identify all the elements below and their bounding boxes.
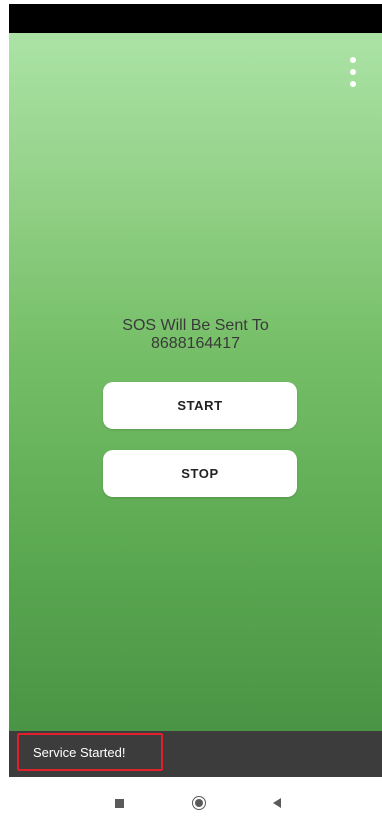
phone-screen: SOS Will Be Sent To 8688164417 START STO…: [0, 0, 382, 816]
sos-label: SOS Will Be Sent To: [122, 317, 269, 334]
menu-dot: [350, 69, 356, 75]
sos-phone-number: 8688164417: [151, 335, 240, 352]
snackbar-message: Service Started!: [33, 744, 126, 760]
home-circle-icon[interactable]: [192, 796, 206, 810]
app-content: SOS Will Be Sent To 8688164417 START STO…: [9, 33, 382, 731]
sos-recipient-text: SOS Will Be Sent To 8688164417: [9, 317, 382, 353]
status-bar: [9, 4, 382, 33]
navigation-bar: [0, 777, 382, 816]
back-triangle-icon[interactable]: [273, 798, 281, 808]
start-button[interactable]: START: [103, 382, 297, 429]
menu-dot: [350, 57, 356, 63]
stop-button[interactable]: STOP: [103, 450, 297, 497]
recents-square-icon[interactable]: [115, 799, 124, 808]
more-vert-icon[interactable]: [346, 57, 360, 87]
snackbar-message-highlight: Service Started!: [17, 733, 163, 771]
menu-dot: [350, 81, 356, 87]
home-circle-inner: [195, 799, 203, 807]
